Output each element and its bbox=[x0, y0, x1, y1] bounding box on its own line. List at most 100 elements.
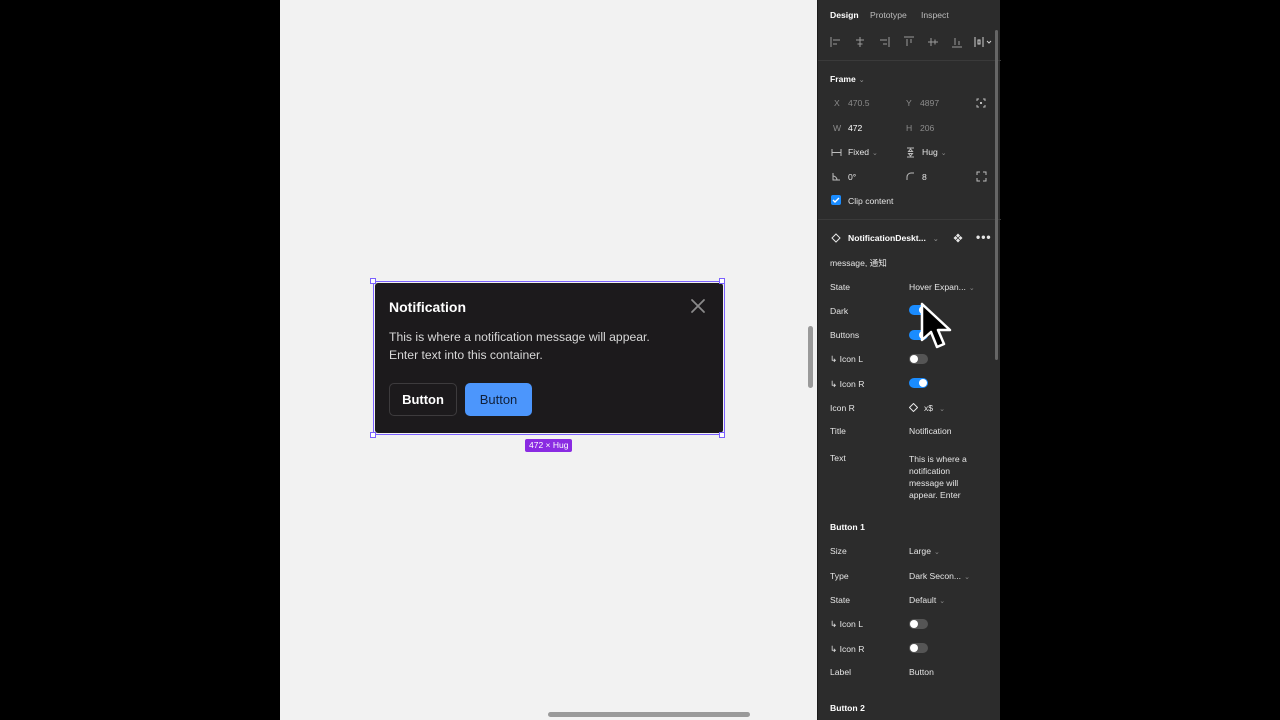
height-mode-dropdown[interactable]: Hug ⌄ bbox=[922, 147, 947, 157]
width-mode-dropdown[interactable]: Fixed ⌄ bbox=[848, 147, 878, 157]
tab-prototype[interactable]: Prototype bbox=[870, 10, 907, 20]
canvas-horizontal-scrollbar[interactable] bbox=[548, 712, 750, 717]
align-bottom-icon[interactable] bbox=[951, 36, 963, 48]
title-field[interactable]: Notification bbox=[909, 426, 952, 436]
h-field[interactable]: 206 bbox=[920, 123, 934, 133]
clip-content-checkbox[interactable] bbox=[831, 195, 841, 205]
rotation-icon bbox=[832, 173, 840, 181]
x-label: X bbox=[834, 98, 840, 108]
chevron-down-icon: ⌄ bbox=[968, 285, 975, 292]
icon-r-swap-value: x$ bbox=[924, 403, 934, 413]
size-badge: 472 × Hug bbox=[525, 439, 573, 452]
button1-label-field[interactable]: Button bbox=[909, 667, 934, 677]
width-mode-value: Fixed bbox=[848, 147, 870, 157]
component-description: message, 通知 bbox=[830, 258, 887, 268]
icon-l-toggle[interactable] bbox=[909, 354, 928, 364]
button1-icon-r-toggle[interactable] bbox=[909, 643, 928, 653]
button1-size-label: Size bbox=[830, 546, 847, 556]
component-name-dropdown[interactable]: NotificationDeskt... ⌄ bbox=[848, 233, 939, 243]
chevron-down-icon: ⌄ bbox=[939, 598, 946, 605]
mouse-cursor-icon bbox=[920, 302, 952, 349]
height-mode-value: Hug bbox=[922, 147, 938, 157]
fixed-width-icon bbox=[831, 149, 842, 156]
chevron-down-icon: ⌄ bbox=[940, 150, 947, 157]
button1-type-value: Dark Secon... bbox=[909, 571, 962, 581]
chevron-down-icon: ⌄ bbox=[872, 150, 878, 157]
selection-outline bbox=[373, 281, 725, 435]
toggle-knob bbox=[919, 379, 927, 387]
state-dropdown[interactable]: Hover Expan... ⌄ bbox=[909, 282, 975, 292]
align-left-icon[interactable] bbox=[830, 36, 842, 48]
resize-handle-top-right[interactable] bbox=[719, 278, 725, 284]
text-field[interactable]: This is where a notification message wil… bbox=[909, 453, 967, 501]
title-label: Title bbox=[830, 426, 846, 436]
component-instance-icon bbox=[831, 233, 841, 243]
button1-state-label: State bbox=[830, 595, 851, 605]
button1-state-value: Default bbox=[909, 595, 937, 605]
resize-handle-bottom-right[interactable] bbox=[719, 432, 725, 438]
button1-type-dropdown[interactable]: Dark Secon... ⌄ bbox=[909, 571, 970, 581]
chevron-down-icon: ⌄ bbox=[964, 574, 970, 581]
divider bbox=[818, 219, 1001, 220]
align-top-icon[interactable] bbox=[903, 36, 915, 48]
absolute-position-icon[interactable] bbox=[976, 98, 986, 108]
divider bbox=[818, 60, 1001, 61]
state-value: Hover Expan... bbox=[909, 282, 966, 292]
button1-size-value: Large bbox=[909, 546, 931, 556]
button1-label-label: Label bbox=[830, 667, 852, 677]
icon-r-swap-label: Icon R bbox=[830, 403, 855, 413]
icon-r-label: ↳ Icon R bbox=[830, 379, 865, 389]
button1-state-dropdown[interactable]: Default ⌄ bbox=[909, 595, 945, 605]
align-right-icon[interactable] bbox=[878, 36, 890, 48]
frame-header: Frame bbox=[830, 74, 856, 84]
button1-size-dropdown[interactable]: Large ⌄ bbox=[909, 546, 940, 556]
rotation-field[interactable]: 0° bbox=[848, 172, 856, 182]
independent-corners-icon[interactable] bbox=[976, 171, 987, 182]
icon-r-toggle[interactable] bbox=[909, 378, 928, 388]
frame-section[interactable]: Frame ⌄ bbox=[830, 74, 865, 84]
chevron-down-icon: ⌄ bbox=[858, 77, 865, 84]
hug-height-icon bbox=[907, 147, 914, 158]
buttons-label: Buttons bbox=[830, 330, 860, 340]
screen: Notification This is where a notificatio… bbox=[0, 0, 1280, 720]
button1-header: Button 1 bbox=[830, 522, 865, 532]
go-to-main-component-icon[interactable] bbox=[953, 233, 963, 243]
distribute-icon[interactable] bbox=[974, 36, 992, 48]
clip-content-label: Clip content bbox=[848, 196, 894, 206]
icon-l-label: ↳ Icon L bbox=[830, 354, 863, 364]
dark-label: Dark bbox=[830, 306, 849, 316]
icon-r-swap-dropdown[interactable]: x$ ⌄ bbox=[924, 403, 945, 413]
canvas-vertical-scrollbar[interactable] bbox=[808, 326, 813, 388]
tab-design[interactable]: Design bbox=[830, 10, 859, 20]
w-label: W bbox=[833, 123, 842, 133]
text-field-line: notification bbox=[909, 466, 951, 476]
chevron-down-icon: ⌄ bbox=[932, 236, 939, 243]
align-vertical-center-icon[interactable] bbox=[927, 36, 939, 48]
y-field[interactable]: 4897 bbox=[920, 98, 939, 108]
toggle-knob bbox=[910, 644, 918, 652]
text-label: Text bbox=[830, 453, 846, 463]
tab-inspect[interactable]: Inspect bbox=[921, 10, 949, 20]
chevron-down-icon: ⌄ bbox=[933, 549, 940, 556]
button1-icon-l-toggle[interactable] bbox=[909, 619, 928, 629]
button1-icon-r-label: ↳ Icon R bbox=[830, 644, 865, 654]
button1-type-label: Type bbox=[830, 571, 849, 581]
x-field[interactable]: 470.5 bbox=[848, 98, 870, 108]
align-horizontal-center-icon[interactable] bbox=[854, 36, 866, 48]
resize-handle-top-left[interactable] bbox=[370, 278, 376, 284]
resize-handle-bottom-left[interactable] bbox=[370, 432, 376, 438]
h-label: H bbox=[906, 123, 913, 133]
text-field-line: This is where a bbox=[909, 454, 967, 464]
state-label: State bbox=[830, 282, 851, 292]
button2-header: Button 2 bbox=[830, 703, 865, 713]
chevron-down-icon: ⌄ bbox=[939, 406, 945, 413]
more-options-icon[interactable]: ••• bbox=[976, 230, 992, 244]
toggle-knob bbox=[910, 355, 918, 363]
corner-radius-field[interactable]: 8 bbox=[922, 172, 927, 182]
w-field[interactable]: 472 bbox=[848, 123, 862, 133]
text-field-line: appear. Enter bbox=[909, 490, 961, 500]
text-field-line: message will bbox=[909, 478, 959, 488]
instance-swap-icon bbox=[909, 403, 918, 412]
panel-scrollbar[interactable] bbox=[995, 30, 998, 360]
component-name: NotificationDeskt... bbox=[848, 233, 926, 243]
